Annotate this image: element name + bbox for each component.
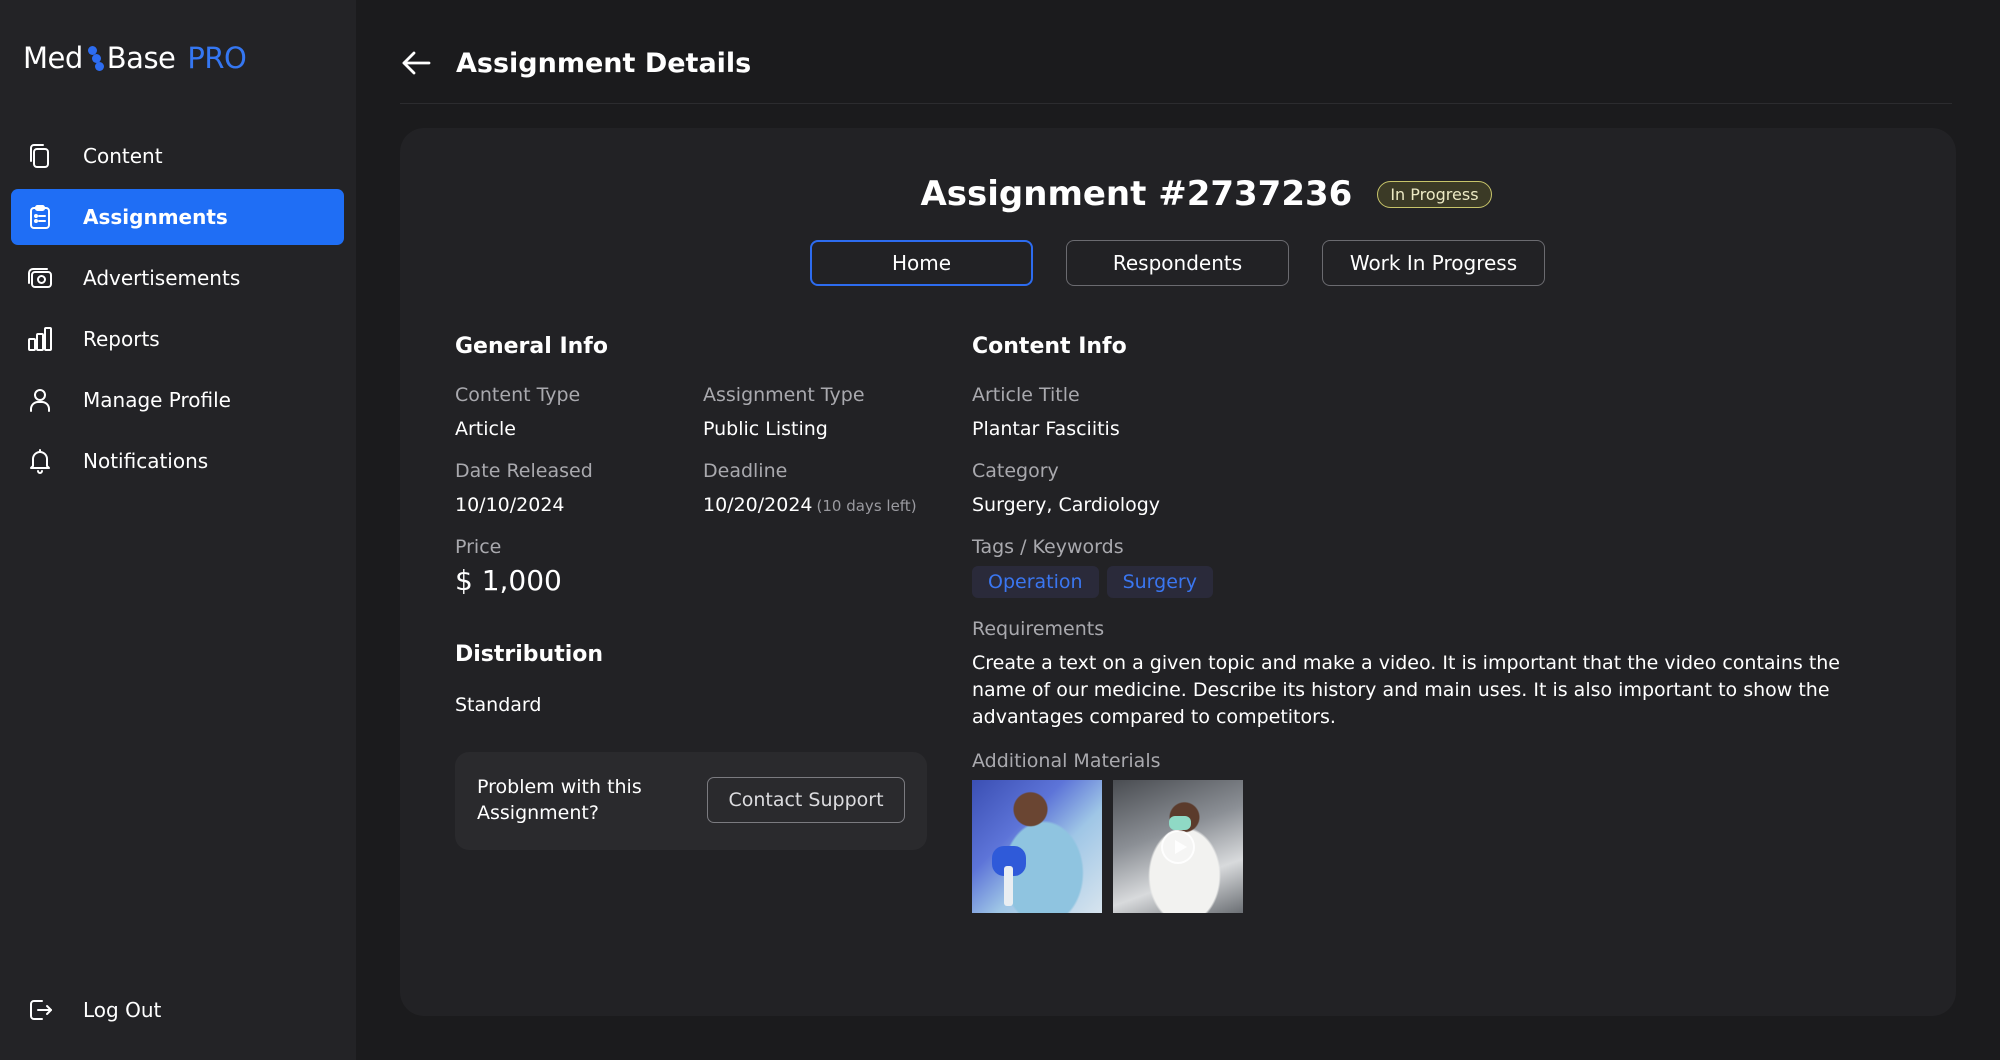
date-released-label: Date Released [455, 460, 593, 482]
deadline-date: 10/20/2024 [703, 494, 813, 516]
copy-icon [25, 141, 55, 171]
tag-operation[interactable]: Operation [972, 566, 1099, 598]
sidebar-item-reports[interactable]: Reports [11, 311, 344, 367]
status-badge: In Progress [1377, 180, 1492, 208]
price-label: Price [455, 536, 502, 558]
sidebar-item-label: Advertisements [83, 266, 241, 290]
bell-icon [25, 446, 55, 476]
sidebar-item-label: Manage Profile [83, 388, 231, 412]
content-type-value: Article [455, 418, 516, 440]
sidebar-item-notifications[interactable]: Notifications [11, 433, 344, 489]
brand-name-part2: Base [106, 41, 176, 75]
date-released-value: 10/10/2024 [455, 494, 565, 516]
content-type-label: Content Type [455, 384, 581, 406]
price-value: $ 1,000 [455, 564, 562, 597]
category-label: Category [972, 460, 1059, 482]
distribution-value: Standard [455, 694, 542, 716]
deadline-value: 10/20/2024 (10 days left) [703, 494, 917, 516]
clipboard-icon [25, 202, 55, 232]
assignment-tabs: Home Respondents Work In Progress [810, 240, 1578, 286]
requirements-text: Create a text on a given topic and make … [972, 652, 1840, 728]
play-icon [1161, 829, 1195, 864]
sidebar-item-advertisements[interactable]: Advertisements [11, 250, 344, 306]
brand-dots-icon [87, 43, 104, 73]
assignment-type-label: Assignment Type [703, 384, 865, 406]
support-box: Problem with this Assignment? Contact Su… [455, 752, 927, 850]
distribution-title: Distribution [455, 642, 604, 667]
sidebar-item-label: Reports [83, 327, 160, 351]
brand-logo[interactable]: Med Base PRO [23, 40, 247, 76]
deadline-days-left: (10 days left) [816, 497, 917, 515]
tag-surgery[interactable]: Surgery [1106, 566, 1213, 598]
page-title: Assignment Details [456, 48, 752, 79]
tags-list: Operation Surgery [972, 566, 1221, 598]
assignment-type-value: Public Listing [703, 418, 828, 440]
back-button[interactable] [400, 49, 434, 83]
category-value: Surgery, Cardiology [972, 494, 1161, 516]
article-title-value: Plantar Fasciitis [972, 418, 1120, 440]
sidebar-item-content[interactable]: Content [11, 128, 344, 184]
sidebar-item-label: Content [83, 144, 163, 168]
logout-label: Log Out [83, 998, 162, 1022]
sidebar-nav: Content Assignments Advertisements Repor… [11, 128, 344, 494]
sidebar-item-label: Assignments [83, 205, 228, 229]
additional-materials-label: Additional Materials [972, 750, 1161, 772]
sidebar-item-manage-profile[interactable]: Manage Profile [11, 372, 344, 428]
assignment-card: Assignment #2737236 In Progress Home Res… [400, 128, 1956, 1016]
arrow-left-icon [402, 51, 431, 75]
tab-home[interactable]: Home [810, 240, 1033, 286]
contact-support-button[interactable]: Contact Support [707, 777, 905, 823]
sidebar-item-assignments[interactable]: Assignments [11, 189, 344, 245]
content-info-title: Content Info [972, 334, 1127, 359]
logout-icon [25, 995, 55, 1025]
logout-section: Log Out [11, 982, 344, 1043]
deadline-label: Deadline [703, 460, 788, 482]
support-text: Problem with this Assignment? [477, 776, 642, 824]
sidebar: Med Base PRO Content Assignments Adverti… [0, 0, 356, 1060]
additional-materials [972, 780, 1254, 913]
sidebar-item-label: Notifications [83, 449, 209, 473]
user-icon [25, 385, 55, 415]
assignment-title: Assignment #2737236 [920, 174, 1353, 214]
logout-button[interactable]: Log Out [11, 982, 344, 1038]
assignment-heading: Assignment #2737236 In Progress [400, 174, 1956, 214]
page-header: Assignment Details [400, 38, 1952, 104]
tab-work-in-progress[interactable]: Work In Progress [1322, 240, 1545, 286]
material-image-thumbnail[interactable] [972, 780, 1102, 913]
bar-chart-icon [25, 324, 55, 354]
article-title-label: Article Title [972, 384, 1080, 406]
general-info-title: General Info [455, 334, 608, 359]
requirements-label: Requirements [972, 618, 1105, 640]
tags-label: Tags / Keywords [972, 536, 1124, 558]
brand-suffix: PRO [187, 41, 247, 75]
camera-icon [25, 263, 55, 293]
brand-name-part1: Med [23, 41, 83, 75]
material-video-thumbnail[interactable] [1113, 780, 1243, 913]
tab-respondents[interactable]: Respondents [1066, 240, 1289, 286]
